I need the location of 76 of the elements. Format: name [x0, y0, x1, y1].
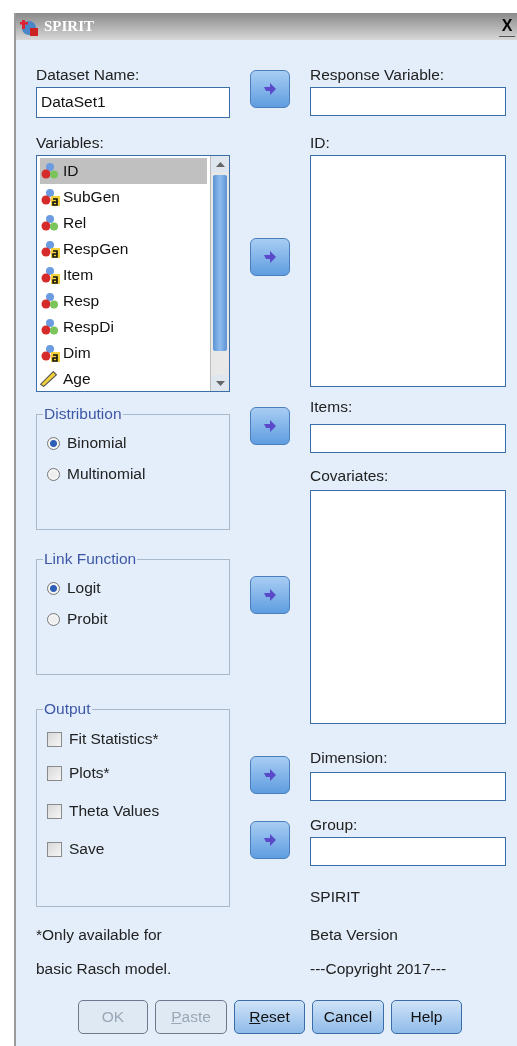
checkbox-option[interactable]: Theta Values: [47, 792, 219, 830]
group-legend: Link Function: [43, 550, 138, 568]
input-field[interactable]: [310, 424, 506, 453]
field-label: Response Variable:: [310, 65, 446, 85]
variable-item[interactable]: Dim: [40, 340, 207, 366]
move-arrow-button[interactable]: [250, 70, 290, 108]
checkbox-option[interactable]: Plots*: [47, 754, 219, 792]
window-title: SPIRIT: [44, 18, 96, 35]
variable-item[interactable]: ID: [40, 158, 207, 184]
group-legend: Output: [43, 700, 92, 718]
field-label: Dimension:: [310, 748, 389, 768]
scrollbar[interactable]: [210, 156, 229, 391]
input-field[interactable]: [310, 837, 506, 866]
variable-item[interactable]: Resp: [40, 288, 207, 314]
variable-item[interactable]: SubGen: [40, 184, 207, 210]
scroll-down-icon: [215, 380, 225, 386]
variable-item[interactable]: Age: [40, 366, 207, 391]
string-variable-icon: [40, 266, 60, 284]
input-field[interactable]: [310, 87, 506, 116]
field-label: ID:: [310, 133, 331, 153]
arrow-right-icon: [263, 768, 277, 782]
arrow-right-icon: [263, 419, 277, 433]
checkbox[interactable]: [47, 803, 62, 819]
checkbox[interactable]: [47, 841, 62, 857]
nominal-variable-icon: [40, 162, 60, 180]
checkbox-option[interactable]: Save: [47, 830, 219, 868]
field-label: Covariates:: [310, 466, 390, 486]
move-arrow-button[interactable]: [250, 238, 290, 276]
about-text: ---Copyright 2017---: [310, 959, 448, 979]
move-arrow-button[interactable]: [250, 407, 290, 445]
footnote-text: basic Rasch model.: [36, 959, 173, 979]
variable-item[interactable]: Rel: [40, 210, 207, 236]
field-label: Group:: [310, 815, 359, 835]
about-text: Beta Version: [310, 925, 399, 945]
radio-option[interactable]: Logit: [47, 574, 219, 602]
nominal-variable-icon: [40, 292, 60, 310]
dialog-button[interactable]: Reset: [234, 1000, 305, 1034]
field-label: Dataset Name:: [36, 65, 141, 85]
close-button[interactable]: X: [499, 16, 515, 37]
checkbox[interactable]: [47, 765, 62, 781]
move-arrow-button[interactable]: [250, 821, 290, 859]
group-legend: Distribution: [43, 405, 123, 423]
radio-option[interactable]: Probit: [47, 602, 219, 636]
arrow-right-icon: [263, 833, 277, 847]
move-arrow-button[interactable]: [250, 576, 290, 614]
string-variable-icon: [40, 188, 60, 206]
arrow-right-icon: [263, 82, 277, 96]
about-text: SPIRIT: [310, 887, 361, 907]
checkbox[interactable]: [47, 731, 62, 747]
radio-option[interactable]: Multinomial: [47, 457, 219, 491]
arrow-right-icon: [263, 588, 277, 602]
radio-button[interactable]: [47, 581, 60, 595]
dialog-button[interactable]: Help: [391, 1000, 462, 1034]
radio-button[interactable]: [47, 612, 60, 626]
field-label: Variables:: [36, 133, 105, 153]
string-variable-icon: [40, 240, 60, 258]
arrow-right-icon: [263, 250, 277, 264]
variable-item[interactable]: RespGen: [40, 236, 207, 262]
string-variable-icon: [40, 344, 60, 362]
input-field[interactable]: DataSet1: [36, 87, 230, 118]
radio-option[interactable]: Binomial: [47, 429, 219, 457]
move-arrow-button[interactable]: [250, 756, 290, 794]
checkbox-option[interactable]: Fit Statistics*: [47, 724, 219, 754]
radio-button[interactable]: [47, 436, 60, 450]
variable-item[interactable]: Item: [40, 262, 207, 288]
variable-item[interactable]: RespDi: [40, 314, 207, 340]
input-field[interactable]: [310, 772, 506, 801]
field-label: Items:: [310, 397, 354, 417]
app-icon: [20, 17, 38, 36]
radio-button[interactable]: [47, 467, 60, 481]
ruler-icon: [40, 371, 57, 387]
scroll-up-icon: [215, 161, 225, 167]
nominal-variable-icon: [40, 318, 60, 336]
footnote-text: *Only available for: [36, 925, 163, 945]
dialog-button[interactable]: Cancel: [312, 1000, 384, 1034]
nominal-variable-icon: [40, 214, 60, 232]
